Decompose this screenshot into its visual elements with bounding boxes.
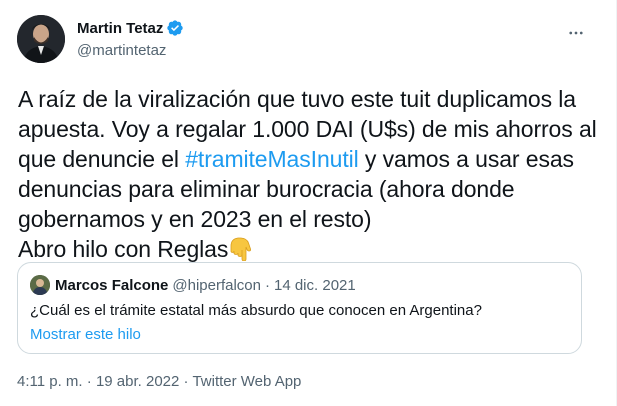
quoted-author-avatar	[30, 275, 50, 295]
tweet-text: A raíz de la viralización que tuvo este …	[18, 84, 608, 268]
more-options-icon[interactable]	[561, 18, 591, 48]
tweet-metadata: 4:11 p. m. · 19 abr. 2022 · Twitter Web …	[17, 373, 301, 390]
tweet-header: Martin Tetaz @martintetaz	[17, 14, 601, 70]
verified-badge-icon	[166, 19, 184, 37]
tweet-time[interactable]: 4:11 p. m.	[17, 373, 83, 390]
tweet-date[interactable]: 19 abr. 2022	[96, 373, 179, 390]
tweet-source[interactable]: Twitter Web App	[192, 373, 301, 390]
quoted-author-name: Marcos Falcone	[55, 276, 169, 294]
quoted-separator: ·	[264, 276, 270, 294]
quoted-tweet[interactable]: Marcos Falcone @hiperfalcon · 14 dic. 20…	[17, 262, 582, 354]
quoted-date: 14 dic. 2021	[273, 276, 356, 294]
quoted-author-handle: @hiperfalcon	[172, 276, 261, 294]
meta-separator-1: ·	[86, 373, 92, 390]
author-info: Martin Tetaz @martintetaz	[77, 19, 184, 59]
tweet-last-line: Abro hilo con Reglas	[18, 236, 229, 262]
quoted-tweet-text: ¿Cuál es el trámite estatal más absurdo …	[30, 302, 482, 319]
hashtag-link[interactable]: #tramiteMasInutil	[185, 146, 359, 172]
quoted-tweet-header: Marcos Falcone @hiperfalcon · 14 dic. 20…	[30, 275, 356, 295]
author-handle[interactable]: @martintetaz	[77, 42, 184, 59]
author-name[interactable]: Martin Tetaz	[77, 20, 163, 37]
show-thread-link[interactable]: Mostrar este hilo	[30, 326, 141, 343]
author-avatar[interactable]	[17, 15, 65, 63]
meta-separator-2: ·	[183, 373, 189, 390]
